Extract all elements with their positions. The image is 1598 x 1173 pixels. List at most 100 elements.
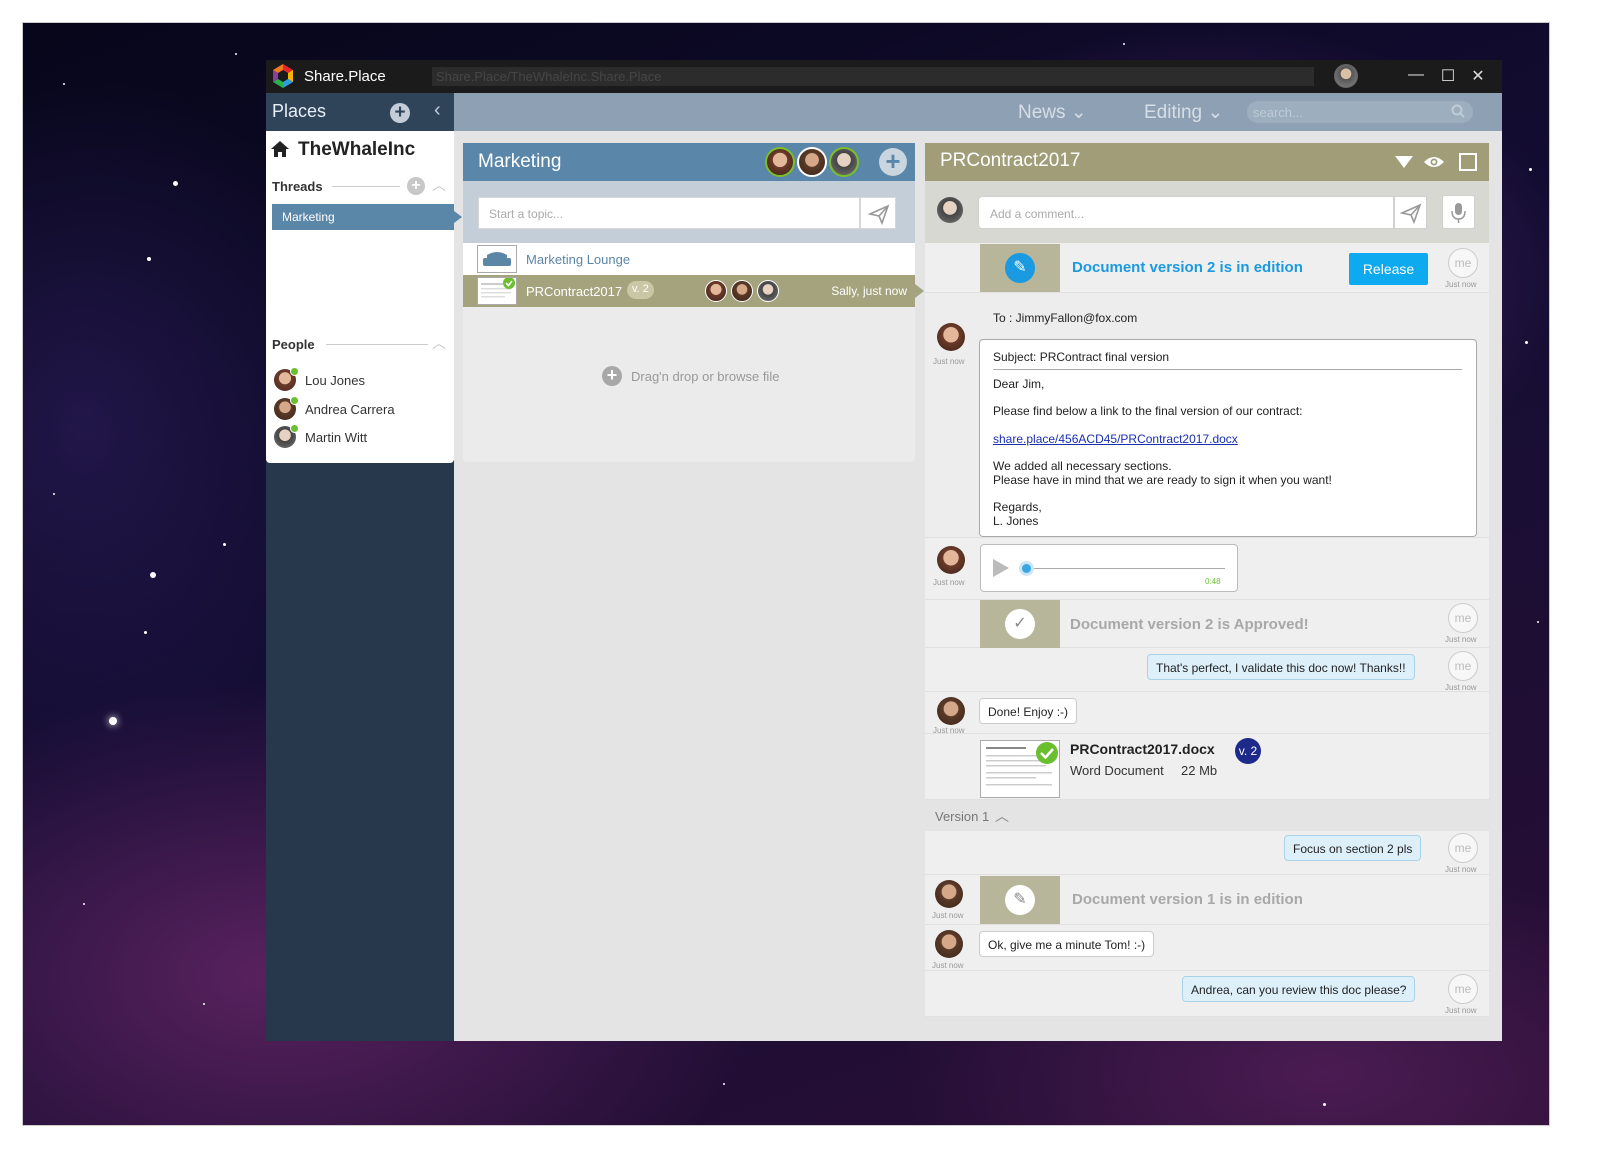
me-avatar: me xyxy=(1448,248,1478,278)
microphone-button[interactable] xyxy=(1442,195,1475,229)
avatar xyxy=(937,197,963,223)
collapse-people-icon[interactable]: ︿ xyxy=(432,333,446,353)
message-bubble: Andrea, can you review this doc please? xyxy=(1182,976,1416,1002)
email-line: Please find below a link to the final ve… xyxy=(993,404,1303,418)
edit-pencil-icon: ✎ xyxy=(1005,885,1035,915)
list-item[interactable]: PRContract2017 v. 2 Sally, just now xyxy=(463,275,924,307)
dropdown-triangle-icon[interactable] xyxy=(1395,156,1413,168)
add-thread-button[interactable]: + xyxy=(407,177,425,195)
audio-track[interactable] xyxy=(1027,568,1225,569)
add-file-icon[interactable]: + xyxy=(602,366,622,386)
comment-input[interactable]: Add a comment... xyxy=(978,196,1394,229)
person-item[interactable]: Andrea Carrera xyxy=(274,396,444,422)
event-text: Document version 1 is in edition xyxy=(1072,891,1303,908)
list-item-label: PRContract2017 xyxy=(526,284,623,299)
person-name: Lou Jones xyxy=(305,373,365,388)
send-icon xyxy=(1399,203,1422,225)
audio-player: 0:48 xyxy=(980,544,1238,592)
play-icon[interactable] xyxy=(993,559,1009,577)
title-bar: Share.Place Share.Place/TheWhaleInc.Shar… xyxy=(266,60,1502,93)
add-member-button[interactable]: + xyxy=(879,148,907,176)
eye-icon[interactable] xyxy=(1423,155,1445,169)
email-to: To : JimmyFallon@fox.com xyxy=(993,311,1138,325)
checkbox-icon[interactable] xyxy=(1459,153,1477,171)
avatar xyxy=(937,546,965,574)
person-item[interactable]: Martin Witt xyxy=(274,424,444,450)
checkmark-icon: ✓ xyxy=(1005,609,1035,639)
edition-event-row: ✎ Document version 2 is in edition Relea… xyxy=(925,243,1489,293)
event-text: Document version 2 is Approved! xyxy=(1070,616,1309,633)
list-item-label: Marketing Lounge xyxy=(526,252,631,267)
search-input[interactable]: search... xyxy=(1247,101,1473,123)
sidebar-item-marketing[interactable]: Marketing xyxy=(272,204,462,230)
document-thumbnail: ✓ xyxy=(980,600,1060,648)
email-regards: Regards, xyxy=(993,500,1042,514)
timestamp: Just now xyxy=(1445,280,1477,289)
chat-message-row: Andrea, can you review this doc please? … xyxy=(925,971,1489,1017)
approved-event-row: ✓ Document version 2 is Approved! me Jus… xyxy=(925,600,1489,648)
file-name[interactable]: PRContract2017.docx xyxy=(1070,741,1215,757)
release-button[interactable]: Release xyxy=(1349,253,1428,285)
avatar[interactable] xyxy=(765,147,795,177)
send-topic-button[interactable] xyxy=(860,197,896,229)
file-type: Word Document xyxy=(1070,763,1164,778)
subject-divider xyxy=(993,369,1462,370)
topic-composer: Start a topic... xyxy=(463,181,915,243)
news-menu[interactable]: News ⌄ xyxy=(1018,101,1087,124)
people-section-title: People xyxy=(272,337,315,352)
file-row[interactable]: PRContract2017.docx v. 2 Word Document 2… xyxy=(925,734,1489,800)
email-signature: L. Jones xyxy=(993,514,1039,528)
avatar xyxy=(705,280,727,302)
app-name: Share.Place xyxy=(304,68,386,85)
avatar xyxy=(935,880,963,908)
document-panel: PRContract2017 Add a comment... ✎ Docume… xyxy=(925,143,1489,1033)
timestamp: Just now xyxy=(1445,683,1477,692)
chat-message-row: Just now Ok, give me a minute Tom! :-) xyxy=(925,925,1489,971)
version-badge: v. 2 xyxy=(1235,738,1261,764)
user-avatar[interactable] xyxy=(1334,64,1358,88)
list-item[interactable]: Marketing Lounge xyxy=(463,243,915,275)
email-line: We added all necessary sections. xyxy=(993,459,1172,473)
thread-header: Marketing + xyxy=(463,143,915,181)
email-card: Subject: PRContract final version Dear J… xyxy=(979,339,1477,537)
version-divider[interactable]: Version 1 ︿ xyxy=(925,802,1489,830)
me-avatar: me xyxy=(1448,603,1478,633)
message-bubble: Done! Enjoy :-) xyxy=(979,698,1078,724)
maximize-button[interactable]: ☐ xyxy=(1438,66,1458,86)
avatar[interactable] xyxy=(829,147,859,177)
add-place-button[interactable]: + xyxy=(390,103,410,123)
email-link[interactable]: share.place/456ACD45/PRContract2017.docx xyxy=(993,432,1238,446)
close-button[interactable]: ✕ xyxy=(1468,66,1488,86)
threads-divider xyxy=(332,186,400,187)
email-line: Please have in mind that we are ready to… xyxy=(993,473,1332,487)
online-status-icon xyxy=(290,396,299,405)
timestamp: Just now xyxy=(932,961,964,970)
document-thumbnail: ✎ xyxy=(980,876,1060,924)
person-item[interactable]: Lou Jones xyxy=(274,367,444,393)
document-thumbnail[interactable] xyxy=(980,740,1060,798)
me-avatar: me xyxy=(1448,651,1478,681)
url-bar[interactable]: Share.Place/TheWhaleInc.Share.Place xyxy=(432,67,1314,86)
search-icon[interactable] xyxy=(1451,104,1465,118)
avatar xyxy=(731,280,753,302)
chevron-down-icon: ⌄ xyxy=(1070,102,1087,123)
timestamp: Just now xyxy=(932,911,964,920)
audio-message-row: Just now 0:48 xyxy=(925,538,1489,600)
email-message-row: Just now To : JimmyFallon@fox.com Subjec… xyxy=(925,293,1489,538)
collapse-threads-icon[interactable]: ︿ xyxy=(432,175,446,195)
file-drop-zone[interactable]: + Drag'n drop or browse file xyxy=(463,307,915,462)
thread-title: Marketing xyxy=(478,151,562,172)
drop-zone-text: Drag'n drop or browse file xyxy=(631,369,780,384)
org-name[interactable]: TheWhaleInc xyxy=(298,139,415,161)
edit-pencil-icon: ✎ xyxy=(1005,253,1035,283)
topic-input[interactable]: Start a topic... xyxy=(478,197,860,229)
audio-scrubber[interactable] xyxy=(1019,561,1034,576)
chevron-up-icon[interactable]: ︿ xyxy=(995,806,1009,826)
place-panel: TheWhaleInc Threads + ︿ Marketing People… xyxy=(266,131,462,463)
me-avatar: me xyxy=(1448,974,1478,1004)
collapse-sidebar-button[interactable]: ‹ xyxy=(434,99,441,122)
send-comment-button[interactable] xyxy=(1394,196,1427,229)
editing-menu[interactable]: Editing ⌄ xyxy=(1144,101,1223,124)
minimize-button[interactable]: — xyxy=(1406,66,1426,84)
avatar[interactable] xyxy=(797,147,827,177)
